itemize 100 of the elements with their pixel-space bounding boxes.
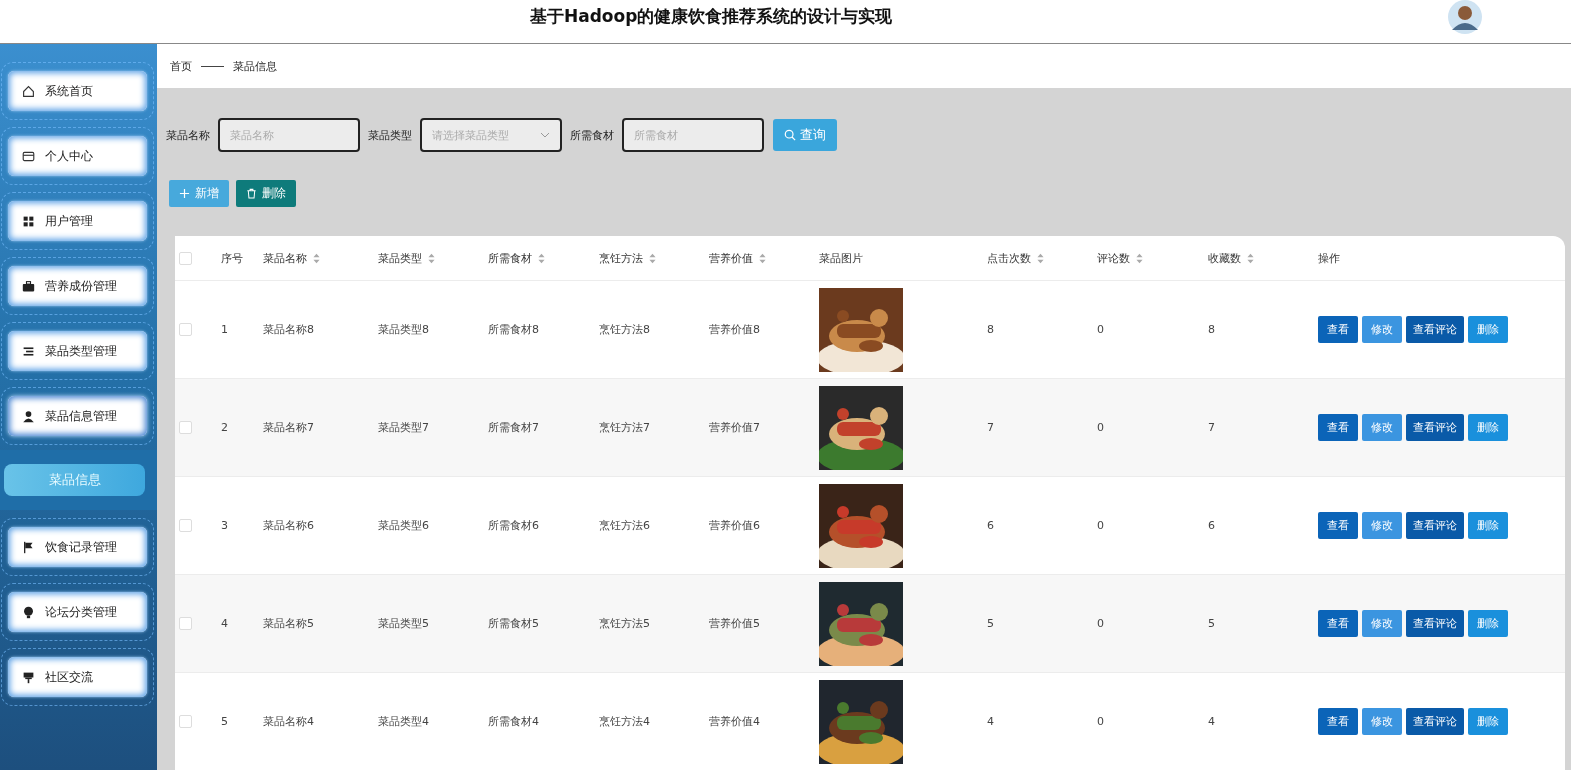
menu-item[interactable]: 个人中心 [8,136,147,176]
table-cell: 烹饪方法8 [599,322,650,337]
row-checkbox[interactable] [179,617,192,630]
row-action-button[interactable]: 查看 [1318,708,1358,735]
table-cell: 0 [1097,323,1104,336]
row-action-button[interactable]: 查看评论 [1406,512,1464,539]
menu-item[interactable]: 菜品信息管理 [8,396,147,436]
menu-item[interactable]: 社区交流 [8,657,147,697]
row-action-button[interactable]: 查看评论 [1406,610,1464,637]
chevron-down-icon [540,132,550,138]
row-action-button[interactable]: 查看 [1318,414,1358,441]
breadcrumb-link[interactable]: 菜品信息 [233,58,277,74]
avatar-icon[interactable] [1448,0,1482,34]
table-cell: 5 [221,715,228,728]
column-header[interactable]: 收藏数 [1208,250,1241,266]
table-cell: 0 [1097,421,1104,434]
sort-icon[interactable] [1136,252,1143,264]
card-icon [22,149,35,163]
row-action-button[interactable]: 查看评论 [1406,414,1464,441]
row-action-button[interactable]: 删除 [1468,708,1508,735]
user-icon [22,409,35,423]
table-cell: 4 [221,617,228,630]
home-icon [22,84,35,98]
table-cell: 2 [221,421,228,434]
table-cell: 营养价值6 [709,518,760,533]
column-header[interactable]: 营养价值 [709,250,753,266]
menu-item[interactable]: 论坛分类管理 [8,592,147,632]
table-cell: 0 [1097,715,1104,728]
table-cell: 菜品类型5 [378,616,429,631]
select-all-checkbox[interactable] [179,251,192,265]
row-action-button[interactable]: 查看评论 [1406,708,1464,735]
list-icon [22,344,35,358]
site-title: 基于Hadoop的健康饮食推荐系统的设计与实现 [530,5,893,28]
menu-item[interactable]: 系统首页 [8,71,147,111]
column-header[interactable]: 所需食材 [488,250,532,266]
column-header: 序号 [221,250,243,266]
table-cell: 菜品名称5 [263,616,314,631]
table-cell: 6 [1208,519,1215,532]
table-cell: 烹饪方法5 [599,616,650,631]
table-cell: 5 [1208,617,1215,630]
column-header: 菜品图片 [819,250,863,266]
table-cell: 5 [987,617,994,630]
sort-icon[interactable] [1247,252,1254,264]
sort-icon[interactable] [1037,252,1044,264]
column-header[interactable]: 菜品类型 [378,250,422,266]
row-action-button[interactable]: 删除 [1468,316,1508,343]
field-label: 菜品类型 [368,127,412,143]
column-header[interactable]: 菜品名称 [263,250,307,266]
grid-icon [22,214,35,228]
menu-item[interactable]: 饮食记录管理 [8,527,147,567]
table-cell: 营养价值7 [709,420,760,435]
table-cell: 烹饪方法7 [599,420,650,435]
column-header[interactable]: 评论数 [1097,250,1130,266]
table-cell: 营养价值8 [709,322,760,337]
table-cell: 烹饪方法6 [599,518,650,533]
row-action-button[interactable]: 删除 [1468,414,1508,441]
table-cell: 所需食材4 [488,714,539,729]
plus-icon [179,188,190,199]
search-field[interactable]: 菜品名称 [218,118,360,152]
table-cell: 菜品类型7 [378,420,429,435]
menu-item[interactable]: 菜品类型管理 [8,331,147,371]
sort-icon[interactable] [759,252,766,264]
table-cell: 菜品类型6 [378,518,429,533]
search-icon [784,129,796,141]
table-cell: 菜品类型4 [378,714,429,729]
row-action-button[interactable]: 删除 [1468,512,1508,539]
table-cell: 烹饪方法4 [599,714,650,729]
menu-item[interactable]: 用户管理 [8,201,147,241]
row-action-button[interactable]: 查看 [1318,610,1358,637]
row-checkbox[interactable] [179,519,192,532]
table-cell: 8 [987,323,994,336]
briefcase-icon [22,279,35,293]
row-checkbox[interactable] [179,421,192,434]
sort-icon[interactable] [313,252,320,264]
row-action-button[interactable]: 删除 [1468,610,1508,637]
field-label: 所需食材 [570,127,614,143]
table-cell: 营养价值4 [709,714,760,729]
delete-button[interactable]: 删除 [236,180,296,207]
table-cell: 菜品名称7 [263,420,314,435]
column-header[interactable]: 烹饪方法 [599,250,643,266]
sort-icon[interactable] [649,252,656,264]
column-header: 操作 [1318,250,1340,266]
table-cell: 7 [1208,421,1215,434]
row-action-button[interactable]: 查看 [1318,512,1358,539]
row-action-button[interactable]: 查看评论 [1406,316,1464,343]
row-checkbox[interactable] [179,323,192,336]
breadcrumb-link[interactable]: 首页 [170,58,192,74]
column-header[interactable]: 点击次数 [987,250,1031,266]
flag-icon [22,540,35,554]
sort-icon[interactable] [428,252,435,264]
table-cell: 所需食材8 [488,322,539,337]
row-action-button[interactable]: 查看 [1318,316,1358,343]
table-cell: 6 [987,519,994,532]
menu-item[interactable]: 营养成份管理 [8,266,147,306]
table-cell: 所需食材5 [488,616,539,631]
table-cell: 菜品名称6 [263,518,314,533]
sort-icon[interactable] [538,252,545,264]
table-cell: 0 [1097,617,1104,630]
row-checkbox[interactable] [179,715,192,728]
table-cell: 1 [221,323,228,336]
